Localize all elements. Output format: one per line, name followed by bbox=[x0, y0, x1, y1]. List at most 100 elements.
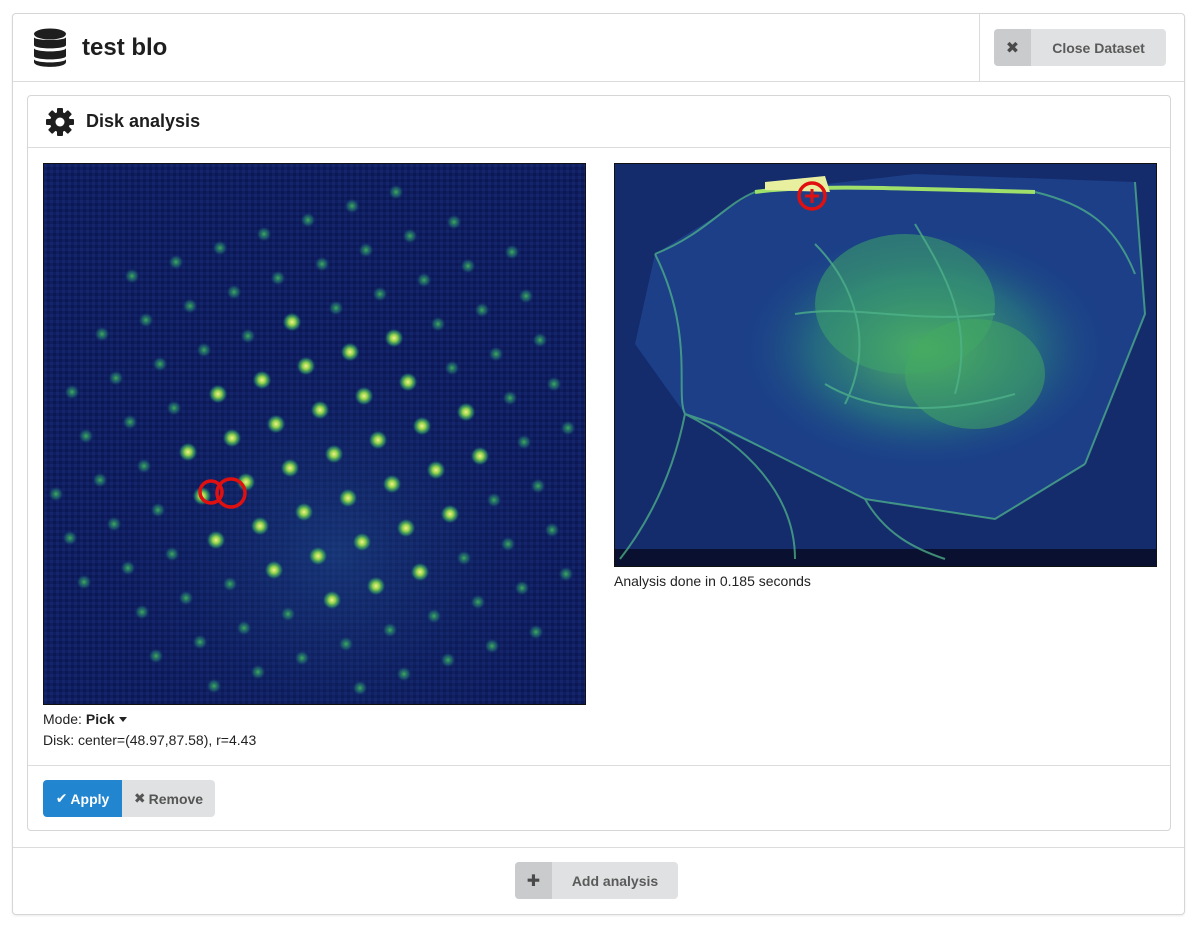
analysis-result-image[interactable] bbox=[615, 164, 1157, 567]
plus-icon: ✚ bbox=[515, 862, 552, 899]
diffraction-spot bbox=[410, 562, 430, 582]
remove-label: Remove bbox=[148, 790, 204, 807]
diffraction-spot bbox=[352, 532, 372, 552]
diffraction-spot bbox=[396, 518, 416, 538]
diffraction-spot bbox=[138, 312, 154, 328]
diffraction-frame-view[interactable] bbox=[43, 163, 586, 705]
diffraction-spot bbox=[76, 574, 92, 590]
diffraction-spot bbox=[236, 620, 252, 636]
diffraction-spot bbox=[338, 488, 358, 508]
close-dataset-button[interactable]: ✖ Close Dataset bbox=[994, 29, 1166, 66]
diffraction-spot bbox=[250, 516, 270, 536]
diffraction-spot bbox=[62, 530, 78, 546]
dataset-header: test blo ✖ Close Dataset bbox=[13, 14, 1184, 82]
remove-button[interactable]: ✖ Remove bbox=[122, 780, 215, 817]
remove-icon: ✖ bbox=[133, 790, 146, 806]
diffraction-spot bbox=[500, 536, 516, 552]
diffraction-spot bbox=[532, 332, 548, 348]
diffraction-spot bbox=[416, 272, 432, 288]
diffraction-spot bbox=[120, 560, 136, 576]
diffraction-spot bbox=[92, 472, 108, 488]
mode-selector[interactable]: Mode: Pick bbox=[43, 711, 127, 727]
apply-label: Apply bbox=[70, 790, 110, 807]
diffraction-spot bbox=[250, 664, 266, 680]
diffraction-spot bbox=[300, 212, 316, 228]
diffraction-spot bbox=[206, 678, 222, 694]
diffraction-spot bbox=[546, 376, 562, 392]
caret-down-icon[interactable] bbox=[118, 716, 127, 722]
diffraction-spot bbox=[206, 530, 226, 550]
disk-parameters: Disk: center=(48.97,87.58), r=4.43 bbox=[43, 732, 257, 748]
diffraction-spot bbox=[136, 458, 152, 474]
diffraction-spot bbox=[328, 300, 344, 316]
diffraction-spot bbox=[354, 386, 374, 406]
close-dataset-label: Close Dataset bbox=[1052, 39, 1145, 56]
diffraction-spot bbox=[366, 576, 386, 596]
analysis-footer-divider bbox=[28, 765, 1170, 766]
diffraction-spot bbox=[372, 286, 388, 302]
diffraction-spot bbox=[340, 342, 360, 362]
diffraction-spot bbox=[474, 302, 490, 318]
diffraction-spot bbox=[296, 356, 316, 376]
diffraction-spot bbox=[368, 430, 388, 450]
diffraction-spot bbox=[124, 268, 140, 284]
diffraction-spot bbox=[222, 428, 242, 448]
diffraction-spot bbox=[148, 648, 164, 664]
diffraction-spot bbox=[64, 384, 80, 400]
diffraction-spot bbox=[212, 240, 228, 256]
diffraction-spot bbox=[504, 244, 520, 260]
diffraction-spot bbox=[178, 590, 194, 606]
diffraction-spot bbox=[358, 242, 374, 258]
diffraction-spot bbox=[544, 522, 560, 538]
diffraction-spot bbox=[470, 446, 490, 466]
diffraction-spot bbox=[294, 502, 314, 522]
diffraction-spot bbox=[108, 370, 124, 386]
gear-icon bbox=[45, 107, 75, 137]
diffraction-spot bbox=[382, 622, 398, 638]
apply-button[interactable]: ✔ Apply bbox=[43, 780, 122, 817]
diffraction-spot bbox=[192, 634, 208, 650]
diffraction-spot bbox=[178, 442, 198, 462]
dataset-title: test blo bbox=[82, 34, 168, 61]
diffraction-spot bbox=[48, 486, 64, 502]
diffraction-spot bbox=[324, 444, 344, 464]
analysis-status: Analysis done in 0.185 seconds bbox=[614, 573, 811, 589]
add-analysis-button[interactable]: ✚ Add analysis bbox=[515, 862, 678, 899]
dataset-title-group: test blo bbox=[33, 24, 167, 72]
diffraction-spot bbox=[266, 414, 286, 434]
diffraction-spot bbox=[226, 284, 242, 300]
diffraction-spot bbox=[388, 184, 404, 200]
diffraction-spot bbox=[208, 384, 228, 404]
diffraction-spot bbox=[430, 316, 446, 332]
diffraction-spot bbox=[78, 428, 94, 444]
diffraction-spot bbox=[222, 576, 238, 592]
diffraction-spot bbox=[396, 666, 412, 682]
diffraction-spot bbox=[240, 328, 256, 344]
diffraction-frame-image[interactable] bbox=[44, 164, 586, 705]
diffraction-spot bbox=[440, 652, 456, 668]
diffraction-spot bbox=[164, 546, 180, 562]
add-analysis-label: Add analysis bbox=[571, 872, 659, 889]
diffraction-spot bbox=[488, 346, 504, 362]
diffraction-spot bbox=[486, 492, 502, 508]
diffraction-spot bbox=[384, 328, 404, 348]
diffraction-spot bbox=[280, 458, 300, 478]
close-icon: ✖ bbox=[994, 29, 1031, 66]
diffraction-spot bbox=[484, 638, 500, 654]
analysis-result-view[interactable] bbox=[614, 163, 1157, 567]
diffraction-spot bbox=[426, 608, 442, 624]
mode-value[interactable]: Pick bbox=[86, 711, 115, 727]
check-icon: ✔ bbox=[55, 790, 68, 806]
diffraction-spot bbox=[338, 636, 354, 652]
diffraction-spot bbox=[314, 256, 330, 272]
diffraction-spot bbox=[282, 312, 302, 332]
diffraction-spot bbox=[470, 594, 486, 610]
diffraction-spot bbox=[456, 550, 472, 566]
diffraction-spot bbox=[518, 288, 534, 304]
diffraction-spot bbox=[308, 546, 328, 566]
diffraction-spot bbox=[280, 606, 296, 622]
diffraction-spot bbox=[514, 580, 530, 596]
diffraction-spot bbox=[460, 258, 476, 274]
diffraction-spot bbox=[322, 590, 342, 610]
diffraction-spot bbox=[530, 478, 546, 494]
